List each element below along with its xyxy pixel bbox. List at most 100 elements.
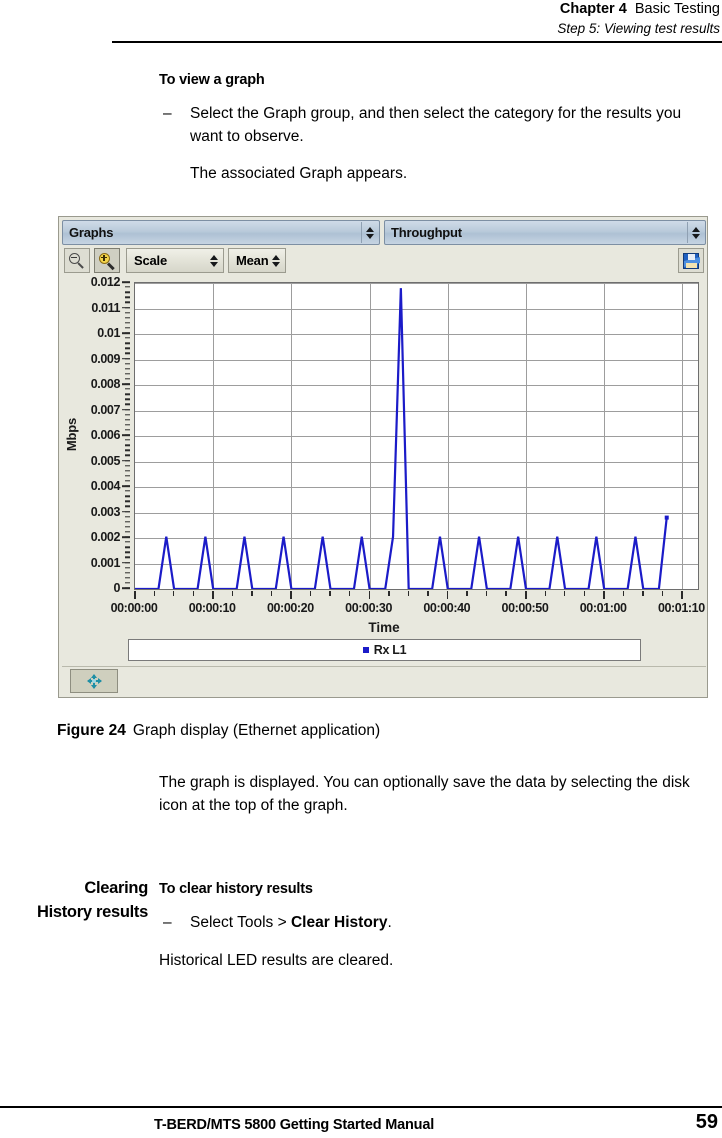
graph-toolbar: Scale Mean	[62, 248, 706, 274]
footer-page-number: 59	[695, 1111, 718, 1133]
x-minor-tick	[583, 591, 585, 596]
x-minor-tick	[466, 591, 468, 596]
scale-select[interactable]: Scale	[126, 248, 224, 273]
x-minor-tick	[251, 591, 253, 596]
y-minor-tick	[125, 408, 130, 411]
graph-group-combobox[interactable]: Graphs	[62, 220, 380, 245]
header-rule	[112, 41, 722, 43]
y-minor-tick	[125, 515, 130, 518]
y-minor-tick	[125, 418, 130, 421]
y-minor-tick	[125, 342, 130, 344]
y-tick-label: 0.002	[90, 530, 121, 544]
clear-step-prefix: Select Tools >	[190, 914, 291, 931]
y-minor-tick	[125, 551, 130, 553]
x-minor-tick	[270, 591, 273, 596]
y-minor-tick	[125, 449, 130, 451]
y-minor-tick	[125, 398, 130, 400]
y-minor-tick	[125, 367, 130, 370]
after-figure-text: The graph is displayed. You can optional…	[159, 774, 690, 814]
x-minor-tick	[349, 591, 351, 596]
step-dash: –	[163, 105, 172, 122]
y-minor-tick	[125, 577, 130, 579]
x-minor-tick	[505, 591, 507, 596]
y-minor-tick	[125, 362, 130, 365]
clear-history-result: Historical LED results are cleared.	[159, 952, 394, 969]
statistic-select[interactable]: Mean	[228, 248, 286, 273]
to-clear-history-heading: To clear history results	[159, 881, 313, 897]
statistic-select-value: Mean	[236, 253, 269, 268]
x-minor-tick	[231, 591, 234, 596]
footer-manual-title: T-BERD/MTS 5800 Getting Started Manual	[154, 1117, 435, 1133]
y-minor-tick	[125, 301, 130, 304]
pan-tool-button[interactable]	[70, 669, 118, 693]
y-minor-tick	[125, 536, 130, 538]
y-minor-tick	[125, 429, 130, 431]
y-tick-mark	[122, 281, 130, 283]
y-minor-tick	[125, 332, 130, 334]
y-minor-tick	[125, 357, 130, 360]
y-minor-tick	[125, 546, 130, 548]
x-minor-tick	[524, 591, 527, 596]
running-head: Chapter 4 Basic Testing Step 5: Viewing …	[0, 0, 722, 38]
y-tick-label: 0.007	[90, 402, 121, 417]
graph-status-bar	[62, 666, 706, 694]
x-tick-label: 00:00:20	[266, 601, 314, 615]
y-minor-tick	[125, 500, 130, 502]
y-minor-tick	[125, 571, 130, 574]
y-minor-tick	[125, 388, 130, 390]
y-tick-label: 0.001	[90, 555, 121, 570]
y-minor-tick	[125, 434, 130, 436]
y-minor-tick	[125, 347, 130, 349]
y-minor-tick	[125, 495, 130, 497]
y-minor-tick	[125, 291, 130, 293]
step-result-note: The associated Graph appears.	[190, 165, 408, 182]
y-minor-tick	[125, 296, 130, 298]
y-minor-tick	[125, 556, 130, 559]
y-minor-tick	[125, 505, 130, 508]
clear-step-dash: –	[163, 914, 172, 931]
y-minor-tick	[125, 520, 130, 523]
clear-step-suffix: .	[387, 914, 392, 931]
spinner-up-down-icon[interactable]	[270, 251, 282, 270]
spinner-up-down-icon[interactable]	[208, 251, 220, 270]
magnifier-plus-icon	[99, 252, 115, 270]
chapter-number: Chapter 4	[559, 1, 627, 17]
x-minor-tick	[446, 591, 449, 596]
graph-category-combobox[interactable]: Throughput	[384, 220, 706, 245]
running-head-section: Step 5: Viewing test results	[557, 21, 720, 36]
graph-group-value: Graphs	[69, 225, 114, 240]
y-minor-tick	[125, 541, 130, 543]
y-tick-label: 0	[113, 581, 120, 595]
x-minor-tick	[212, 591, 214, 596]
zoom-in-button[interactable]	[94, 248, 120, 273]
x-minor-tick	[603, 591, 605, 596]
y-tick-label: 0.008	[90, 377, 121, 391]
y-minor-tick	[125, 485, 130, 487]
y-minor-tick	[125, 490, 130, 492]
y-minor-tick	[125, 510, 130, 513]
x-minor-tick	[388, 591, 390, 596]
y-minor-tick	[125, 413, 130, 416]
x-minor-tick	[192, 591, 195, 596]
x-minor-tick	[642, 591, 644, 596]
x-minor-tick	[134, 591, 136, 596]
y-minor-tick	[125, 566, 130, 569]
x-minor-tick	[427, 591, 429, 596]
x-minor-tick	[407, 591, 410, 596]
spinner-up-down-icon[interactable]	[361, 222, 377, 243]
save-data-button[interactable]	[678, 248, 704, 273]
side-heading-clearing-history: Clearing History results	[0, 876, 148, 924]
zoom-out-button[interactable]	[64, 248, 90, 273]
x-tick-label: 00:00:00	[110, 601, 158, 615]
x-minor-tick	[309, 591, 312, 596]
x-minor-tick	[173, 591, 175, 596]
clear-step-menu-path: Clear History	[290, 914, 388, 931]
y-minor-tick	[125, 582, 130, 584]
plot-area[interactable]	[134, 282, 699, 590]
y-minor-tick	[125, 322, 130, 324]
spinner-up-down-icon[interactable]	[687, 222, 703, 243]
y-minor-tick	[125, 424, 130, 426]
running-head-chapter: Chapter 4 Basic Testing	[0, 0, 720, 19]
x-minor-tick	[290, 591, 292, 596]
y-minor-tick	[125, 378, 130, 380]
